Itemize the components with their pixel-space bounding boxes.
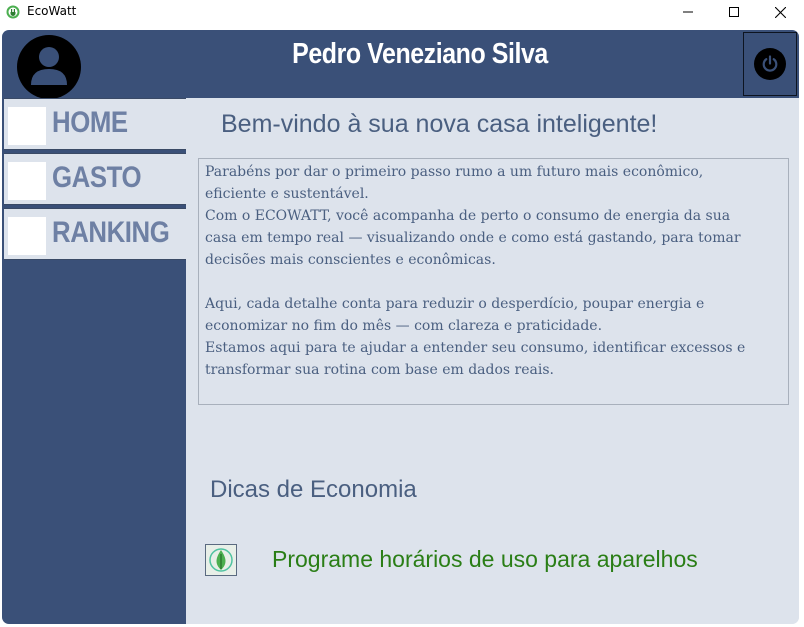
home-icon [8,107,46,145]
sidebar-item-gasto[interactable]: GASTO [4,153,186,205]
welcome-heading: Bem-vindo à sua nova casa inteligente! [221,110,658,138]
sidebar-item-ranking[interactable]: RANKING [4,208,186,260]
leaf-drop-icon [205,544,237,576]
tips-heading: Dicas de Economia [210,476,417,503]
user-name: Pedro Veneziano Silva [292,38,548,70]
window-titlebar: EcoWatt [0,0,804,24]
gasto-icon [8,162,46,200]
minimize-button[interactable] [665,0,711,24]
sidebar-item-label: HOME [52,106,128,139]
window-title: EcoWatt [27,4,77,18]
intro-textbox[interactable]: Parabéns por dar o primeiro passo rumo a… [198,158,789,405]
maximize-button[interactable] [711,0,757,24]
sidebar-item-label: GASTO [52,161,142,194]
ranking-icon [8,217,46,255]
close-button[interactable] [757,0,803,24]
intro-line: transformar sua rotina com base em dados… [205,362,554,378]
plug-leaf-icon [6,4,20,19]
main-content: Bem-vindo à sua nova casa inteligente! P… [186,98,799,624]
intro-line [205,271,782,293]
intro-line: decisões mais conscientes e econômicas. [205,252,496,268]
sidebar: HOME GASTO RANKING [2,98,186,624]
sidebar-item-label: RANKING [52,216,170,249]
app-frame: Pedro Veneziano Silva HOME GASTO RANKING… [2,30,799,624]
user-avatar-icon[interactable] [17,35,81,99]
intro-line: Com o ECOWATT, você acompanha de perto o… [205,208,731,224]
sidebar-item-home[interactable]: HOME [4,98,186,150]
intro-line: eficiente e sustentável. [205,186,369,202]
intro-line: Estamos aqui para te ajudar a entender s… [205,340,746,356]
intro-line: Aqui, cada detalhe conta para reduzir o … [205,296,705,312]
intro-line: casa em tempo real — visualizando onde e… [205,230,741,246]
tip-text: Programe horários de uso para aparelhos [272,546,698,572]
power-button[interactable] [743,32,797,96]
intro-line: Parabéns por dar o primeiro passo rumo a… [205,164,704,180]
header-bar: Pedro Veneziano Silva [2,30,799,99]
power-icon [754,48,786,80]
intro-line: economizar no fim do mês — com clareza e… [205,318,603,334]
